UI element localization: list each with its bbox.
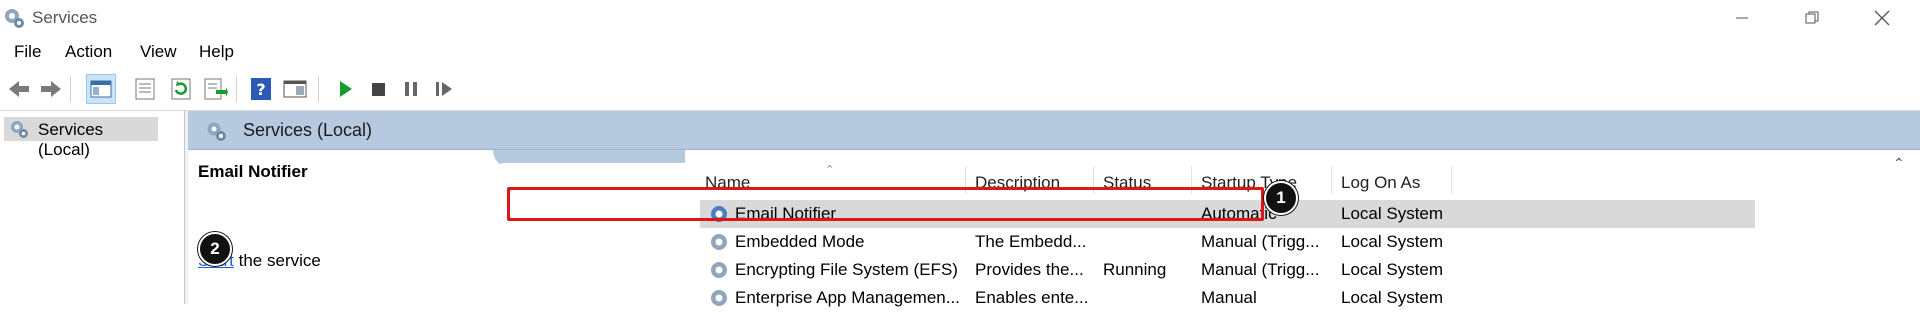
properties-icon[interactable] (132, 76, 158, 102)
title-bar: Services (0, 0, 1920, 36)
cell-name: Enterprise App Managemen... (735, 288, 960, 307)
cell-name: Embedded Mode (735, 232, 865, 251)
service-gear-icon (711, 290, 727, 306)
scroll-up-button[interactable]: ⌃ (1893, 155, 1905, 172)
cell-startup-type: Manual (1201, 288, 1257, 307)
pane-header-title: Services (Local) (243, 120, 373, 140)
toolbar-separator (318, 76, 319, 102)
close-icon (1874, 10, 1890, 26)
toolbar: ? (0, 68, 1920, 111)
service-action-text: the service (233, 251, 321, 270)
callout-badge-2: 2 (198, 232, 232, 266)
forward-icon[interactable] (38, 76, 64, 102)
pane-header: Services (Local) (188, 111, 1920, 150)
restore-icon (1805, 11, 1819, 24)
minimize-button[interactable] (1707, 0, 1777, 36)
cell-startup-type: Manual (Trigg... (1201, 232, 1320, 251)
cell-name: Encrypting File System (EFS) (735, 260, 958, 279)
menu-action[interactable]: Action (65, 42, 112, 62)
menu-bar: File Action View Help (0, 36, 1920, 68)
callout-badge-1: 1 (1264, 181, 1298, 215)
services-gear-icon (207, 122, 226, 141)
cell-startup-type: Manual (Trigg... (1201, 260, 1320, 279)
selected-service-name: Email Notifier (198, 162, 308, 181)
column-divider[interactable] (1331, 166, 1332, 194)
service-gear-icon (711, 262, 727, 278)
cell-log-on-as: Local System (1341, 232, 1444, 251)
svg-text:?: ? (256, 80, 265, 99)
cell-description: Enables ente... (975, 288, 1089, 307)
extended-description-panel: Email Notifier Start the service (188, 150, 493, 304)
table-row[interactable]: Embedded Mode The Embedd... Manual (Trig… (700, 228, 1755, 256)
start-service-icon[interactable] (332, 76, 358, 102)
menu-view[interactable]: View (140, 42, 177, 62)
cell-log-on-as: Local System (1341, 204, 1444, 223)
show-console-tree-icon (90, 80, 112, 98)
services-gear-icon (11, 121, 28, 138)
column-header-log-on-as[interactable]: Log On As (1341, 173, 1420, 193)
console-tree: Services (Local) (0, 111, 185, 304)
resume-service-icon[interactable] (431, 76, 457, 102)
minimize-icon (1736, 17, 1748, 19)
menu-file[interactable]: File (14, 42, 41, 62)
service-gear-icon (711, 234, 727, 250)
cell-status: Running (1103, 260, 1167, 279)
stop-service-icon[interactable] (365, 76, 391, 102)
window-title: Services (32, 8, 98, 27)
show-console-tree-button[interactable] (86, 74, 116, 104)
cell-description: The Embedd... (975, 232, 1087, 251)
table-row[interactable]: Encrypting File System (EFS) Provides th… (700, 256, 1755, 284)
column-divider[interactable] (1451, 166, 1452, 194)
export-list-icon[interactable] (202, 76, 228, 102)
toolbar-separator (70, 76, 71, 102)
tree-item-label: Services (Local) (38, 120, 104, 159)
sort-ascending-icon: ⌃ (825, 164, 835, 176)
close-button[interactable] (1847, 0, 1917, 36)
cell-log-on-as: Local System (1341, 288, 1444, 307)
table-row[interactable]: Enterprise App Managemen... Enables ente… (700, 284, 1755, 312)
restore-button[interactable] (1777, 0, 1847, 36)
menu-help[interactable]: Help (199, 42, 234, 62)
back-icon[interactable] (6, 76, 32, 102)
pause-service-icon[interactable] (398, 76, 424, 102)
cell-log-on-as: Local System (1341, 260, 1444, 279)
highlight-box (507, 187, 1264, 221)
toolbar-separator (236, 76, 237, 102)
services-gear-icon (5, 9, 24, 28)
services-list: ⌃ Name Description Status Startup Type L… (493, 163, 1920, 307)
show-action-pane-icon[interactable] (282, 76, 308, 102)
tree-item-services-local[interactable]: Services (Local) (4, 117, 158, 159)
cell-description: Provides the... (975, 260, 1084, 279)
refresh-icon[interactable] (168, 76, 194, 102)
help-icon[interactable]: ? (248, 76, 274, 102)
